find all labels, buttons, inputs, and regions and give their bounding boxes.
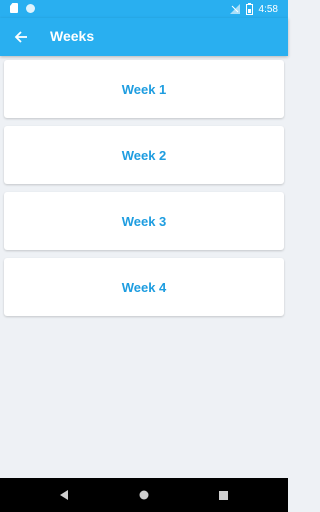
back-triangle-icon bbox=[59, 490, 68, 500]
sd-card-icon bbox=[10, 3, 18, 13]
status-right-icons: 4:58 bbox=[229, 2, 278, 16]
status-bar: 4:58 bbox=[0, 0, 288, 18]
nav-back-button[interactable] bbox=[55, 486, 73, 504]
week-label: Week 3 bbox=[121, 213, 167, 229]
signal-icon bbox=[229, 4, 240, 14]
week-label: Week 1 bbox=[121, 81, 167, 97]
nav-home-button[interactable] bbox=[135, 486, 153, 504]
nav-recents-button[interactable] bbox=[214, 486, 232, 504]
week-card-4[interactable]: Week 4 bbox=[4, 258, 284, 316]
home-circle-icon bbox=[139, 490, 149, 500]
week-card-3[interactable]: Week 3 bbox=[4, 192, 284, 250]
status-left-icons bbox=[10, 3, 35, 13]
arrow-back-icon bbox=[14, 31, 27, 43]
week-card-2[interactable]: Week 2 bbox=[4, 126, 284, 184]
sync-icon bbox=[26, 3, 35, 13]
recents-square-icon bbox=[218, 490, 228, 500]
back-button[interactable] bbox=[8, 24, 34, 50]
week-card-1[interactable]: Week 1 bbox=[4, 60, 284, 118]
week-label: Week 4 bbox=[121, 279, 167, 295]
weeks-list: Week 1 Week 2 Week 3 Week 4 bbox=[4, 60, 284, 324]
status-time: 4:58 bbox=[258, 3, 278, 15]
week-label: Week 2 bbox=[121, 147, 167, 163]
system-nav-bar bbox=[0, 478, 288, 512]
battery-icon bbox=[245, 3, 253, 15]
page-title: Weeks bbox=[50, 28, 95, 44]
app-bar: Weeks bbox=[0, 18, 288, 56]
